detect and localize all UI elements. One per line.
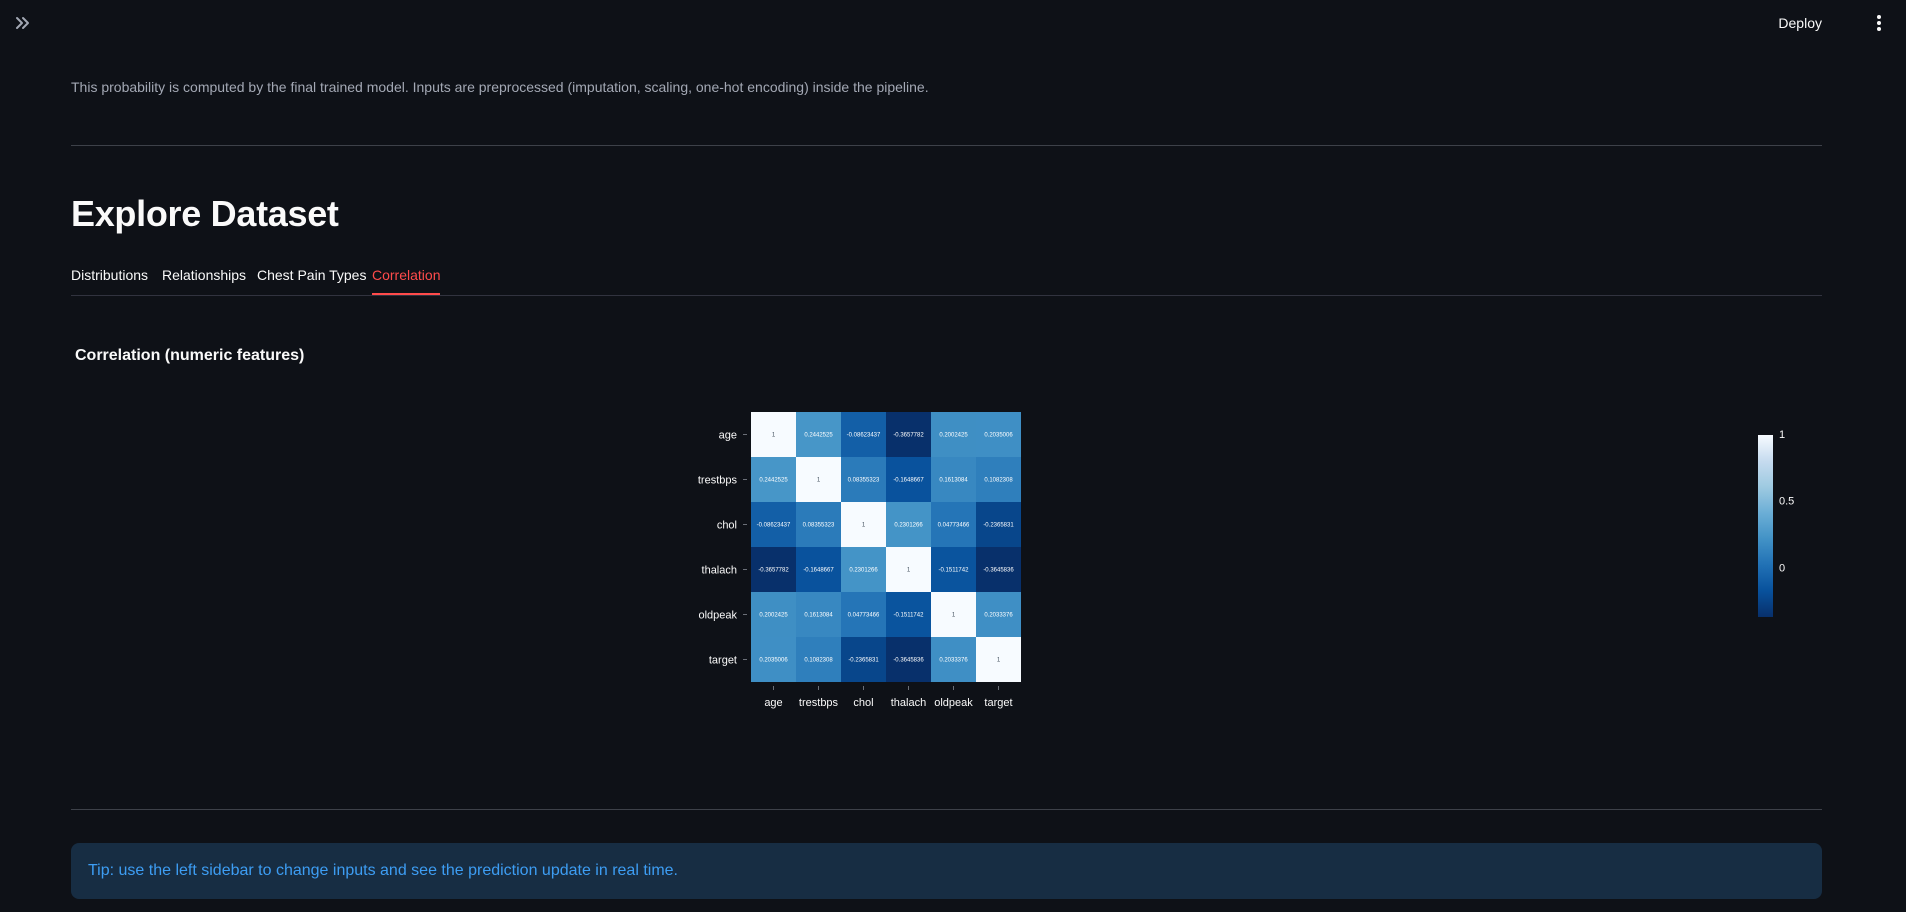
x-tick-label: target <box>984 697 1012 709</box>
x-tick-label: age <box>764 697 782 709</box>
y-tick-label: oldpeak <box>698 610 737 622</box>
heatmap-cell-label: 0.1082308 <box>984 478 1013 484</box>
heatmap-cell-label: -0.3645836 <box>983 568 1014 574</box>
heatmap-cell-label: 0.04773466 <box>938 523 970 529</box>
heatmap-cell-label: 0.08355323 <box>803 523 835 529</box>
divider <box>71 809 1822 810</box>
heatmap-cell-label: 0.2035006 <box>984 433 1013 439</box>
tip-box: Tip: use the left sidebar to change inpu… <box>71 843 1822 899</box>
heatmap-cell-label: -0.08623437 <box>757 523 791 529</box>
tip-text: Tip: use the left sidebar to change inpu… <box>88 862 678 879</box>
heatmap-cell-label: -0.1511742 <box>939 568 970 574</box>
colorbar-tick-label: 0 <box>1779 562 1785 574</box>
heatmap-cell-label: 0.2033376 <box>939 658 968 664</box>
vertical-dots-icon[interactable] <box>1872 13 1886 33</box>
y-tick-label: age <box>719 430 737 442</box>
heatmap-cell-label: 0.2442525 <box>804 433 833 439</box>
heatmap-cell-label: -0.3657782 <box>893 433 924 439</box>
double-chevron-right-icon[interactable] <box>12 12 34 34</box>
heatmap-cell-label: -0.3645836 <box>893 658 924 664</box>
heatmap-cell-label: -0.2365831 <box>983 523 1014 529</box>
heatmap-cell-label: -0.1648667 <box>803 568 834 574</box>
y-tick-label: trestbps <box>698 475 738 487</box>
heatmap-cell-label: -0.1511742 <box>894 613 925 619</box>
x-tick-label: thalach <box>891 697 926 709</box>
heatmap-cell-label: 0.2301266 <box>849 568 878 574</box>
main-content: This probability is computed by the fina… <box>71 0 1822 912</box>
heatmap-cell-label: 0.2002425 <box>759 613 788 619</box>
y-tick-label: thalach <box>702 565 737 577</box>
heatmap-cell-label: -0.3657782 <box>758 568 789 574</box>
heatmap-cell-label: -0.1648667 <box>893 478 924 484</box>
heatmap-cell-label: 0.1082308 <box>804 658 833 664</box>
heatmap-cell-label: 0.1613084 <box>939 478 968 484</box>
heatmap-cell-label: 0.08355323 <box>848 478 880 484</box>
x-tick-label: trestbps <box>799 697 839 709</box>
colorbar-tick-label: 1 <box>1779 429 1785 441</box>
heatmap-cell-label: -0.2365831 <box>848 658 879 664</box>
heatmap-cell-label: 0.2033376 <box>984 613 1013 619</box>
heatmap-cell-label: 0.2301266 <box>894 523 923 529</box>
y-tick-label: chol <box>717 520 737 532</box>
heatmap-cell-label: 0.2442525 <box>759 478 788 484</box>
colorbar <box>1758 435 1773 617</box>
x-tick-label: chol <box>853 697 873 709</box>
heatmap-cell-label: -0.08623437 <box>847 433 881 439</box>
heatmap-cell-label: 0.2035006 <box>759 658 788 664</box>
colorbar-tick-label: 0.5 <box>1779 496 1794 508</box>
heatmap-cell-label: 0.1613084 <box>804 613 833 619</box>
correlation-heatmap: 1 0.2442525 -0.08623437 -0.3657782 0.2002425… <box>698 412 1794 709</box>
heatmap-cell-label: 0.04773466 <box>848 613 880 619</box>
x-tick-label: oldpeak <box>934 697 973 709</box>
heatmap-cell-label: 0.2002425 <box>939 433 968 439</box>
y-tick-label: target <box>709 655 737 667</box>
